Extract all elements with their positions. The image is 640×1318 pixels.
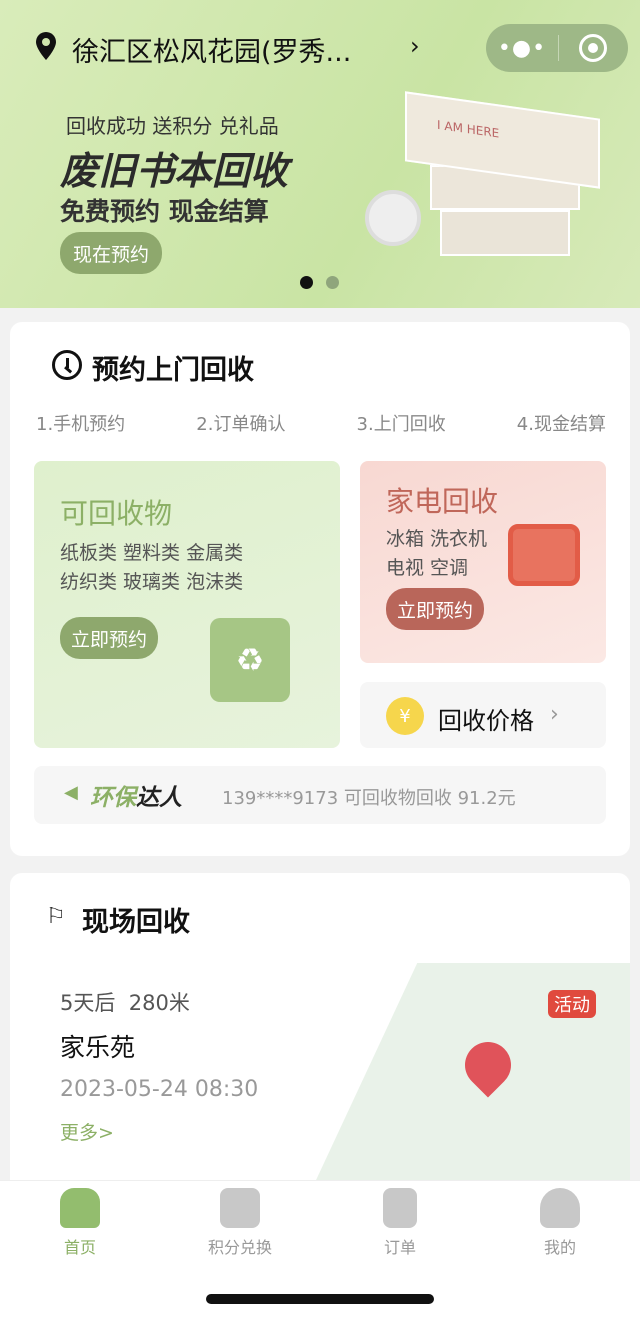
yuan-coin-icon: ¥ <box>386 697 424 735</box>
ticker-text: 139****9173 可回收物回收 91.2元 <box>222 788 516 809</box>
more-dots-icon[interactable]: •●• <box>486 36 558 61</box>
eco-badge: 环保达人 <box>90 785 182 811</box>
target-icon[interactable] <box>559 34 627 62</box>
recycle-bin-icon: ♻ <box>210 618 290 702</box>
onsite-datetime: 2023-05-24 08:30 <box>60 1077 259 1102</box>
clock-icon <box>52 350 82 380</box>
book-stack-image <box>440 210 570 256</box>
carousel-dot-active[interactable] <box>300 276 313 289</box>
gift-icon <box>220 1188 260 1228</box>
banner-subtitle: 免费预约 现金结算 <box>60 197 269 226</box>
tab-points[interactable]: 积分兑换 <box>180 1188 300 1258</box>
appliance-types: 电视 空调 <box>386 557 469 579</box>
onsite-when-distance: 5天后 280米 <box>60 991 190 1015</box>
tv-icon <box>508 524 580 586</box>
more-link[interactable]: 更多> <box>60 1118 114 1145</box>
tab-home[interactable]: 首页 <box>20 1188 140 1258</box>
appliance-types: 冰箱 洗衣机 <box>386 528 488 550</box>
book-now-button[interactable]: 现在预约 <box>60 232 162 274</box>
step: 3.上门回收 <box>356 414 446 435</box>
flag-icon: ⚐ <box>46 904 66 929</box>
recyclables-title: 可回收物 <box>60 497 173 530</box>
onsite-title: 现场回收 <box>82 907 190 938</box>
recyclables-types: 纺织类 玻璃类 泡沫类 <box>60 571 244 593</box>
booking-steps: 1.手机预约 2.订单确认 3.上门回收 4.现金结算 <box>36 410 606 436</box>
alarm-clock-icon <box>365 180 429 250</box>
recyclables-book-button[interactable]: 立即预约 <box>60 617 158 659</box>
onsite-place: 家乐苑 <box>60 1033 136 1062</box>
chevron-right-icon: › <box>550 702 559 727</box>
location-chevron-icon[interactable]: › <box>410 32 420 60</box>
user-icon <box>540 1188 580 1228</box>
mini-program-capsule: •●• <box>486 24 628 72</box>
step: 2.订单确认 <box>196 414 286 435</box>
recyclables-types: 纸板类 塑料类 金属类 <box>60 542 244 564</box>
promo-banner[interactable]: 徐汇区松风花园(罗秀... › •●• 回收成功 送积分 兑礼品 废旧书本回收 … <box>0 0 640 308</box>
appliance-title: 家电回收 <box>386 485 499 518</box>
carousel-dot[interactable] <box>326 276 339 289</box>
activity-tag: 活动 <box>548 990 596 1018</box>
order-list-icon <box>383 1188 417 1228</box>
step: 4.现金结算 <box>516 414 606 435</box>
tab-profile[interactable]: 我的 <box>500 1188 620 1258</box>
tab-orders[interactable]: 订单 <box>340 1188 460 1258</box>
home-indicator <box>206 1294 434 1304</box>
appliance-book-button[interactable]: 立即预约 <box>386 588 484 630</box>
price-label: 回收价格 <box>438 707 534 735</box>
home-icon <box>60 1188 100 1228</box>
banner-title: 废旧书本回收 <box>60 149 289 193</box>
location-pin-icon <box>36 32 56 60</box>
booking-title: 预约上门回收 <box>92 355 254 386</box>
speaker-icon: ◀ <box>64 782 78 803</box>
location-text[interactable]: 徐汇区松风花园(罗秀... <box>72 30 351 69</box>
step: 1.手机预约 <box>36 414 126 435</box>
banner-tagline: 回收成功 送积分 兑礼品 <box>66 114 279 138</box>
